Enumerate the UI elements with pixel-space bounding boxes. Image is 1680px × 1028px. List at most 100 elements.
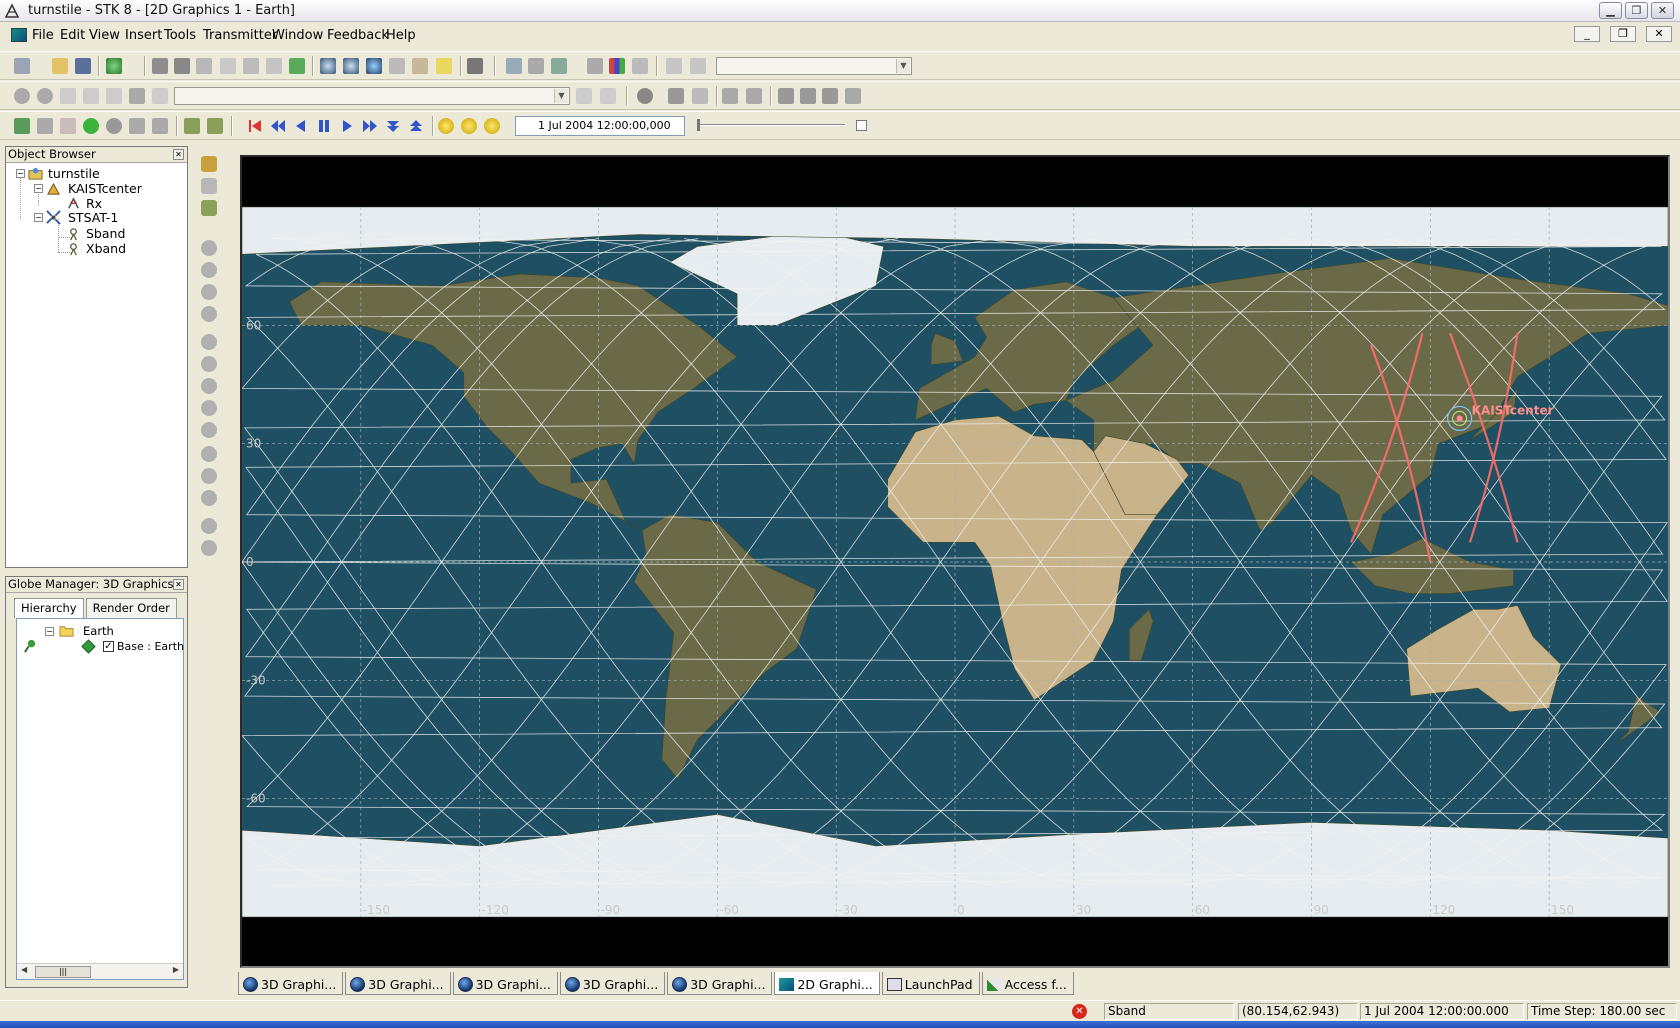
grid-icon[interactable] — [201, 178, 217, 194]
print-icon[interactable] — [152, 58, 168, 74]
tree-item-stsat-1[interactable]: STSAT-1 — [68, 210, 118, 225]
tab-3d-graphics-2[interactable]: 3D Graphi... — [345, 972, 451, 995]
menu-tools[interactable]: Tools — [164, 28, 196, 43]
tab-hierarchy[interactable]: Hierarchy — [14, 598, 84, 618]
tool-b-icon[interactable] — [690, 58, 706, 74]
sensor-a-icon[interactable] — [201, 240, 217, 256]
sensor-tool-a-icon[interactable] — [722, 88, 738, 104]
tool-a-icon[interactable] — [666, 58, 682, 74]
report-icon[interactable] — [467, 58, 483, 74]
view-to-icon[interactable] — [152, 118, 168, 134]
play-reverse-icon[interactable] — [293, 118, 309, 134]
open-icon[interactable] — [52, 58, 68, 74]
sensor-g-icon[interactable] — [201, 378, 217, 394]
sensor-b-icon[interactable] — [201, 262, 217, 278]
sensor-m-icon[interactable] — [201, 518, 217, 534]
window-close-button[interactable]: ✕ — [1651, 2, 1674, 19]
menu-view[interactable]: View — [89, 28, 120, 43]
tab-3d-graphics-5[interactable]: 3D Graphi... — [667, 972, 773, 995]
step-reverse-icon[interactable] — [270, 118, 286, 134]
zoom-region-icon[interactable] — [106, 118, 122, 134]
tree-item-xband[interactable]: Xband — [86, 241, 126, 256]
tree-item-base-earth[interactable]: Base : Earth — [117, 640, 184, 653]
menu-transmitter[interactable]: Transmitter — [203, 28, 277, 43]
clock-c-icon[interactable] — [484, 118, 500, 134]
measure-tool-icon[interactable] — [37, 118, 53, 134]
menu-insert[interactable]: Insert — [125, 28, 162, 43]
zoom-in-icon[interactable] — [320, 58, 336, 74]
cut-icon[interactable] — [196, 58, 212, 74]
child-restore-button[interactable]: ❐ — [1610, 26, 1636, 42]
sensor-f-icon[interactable] — [201, 356, 217, 372]
tab-2d-graphics[interactable]: 2D Graphi... — [774, 972, 880, 995]
animation-slider-thumb[interactable] — [697, 119, 700, 131]
cross-tool-icon[interactable] — [60, 118, 76, 134]
close-icon[interactable]: ✕ — [173, 149, 184, 160]
web-open-icon[interactable] — [600, 88, 616, 104]
step-forward-icon[interactable] — [362, 118, 378, 134]
menu-window[interactable]: Window — [272, 28, 323, 43]
properties-icon[interactable] — [506, 58, 522, 74]
map-2d-window[interactable]: 60 30 0 -30 -60 -150 -120 -90 -60 -30 0 … — [240, 155, 1670, 968]
tab-3d-graphics-1[interactable]: 3D Graphi... — [238, 972, 344, 995]
tab-3d-graphics-3[interactable]: 3D Graphi... — [452, 972, 558, 995]
map-properties-icon[interactable] — [528, 58, 544, 74]
graph-icon[interactable] — [609, 58, 625, 74]
camera-tool-icon[interactable] — [668, 88, 684, 104]
movie-icon[interactable] — [184, 118, 200, 134]
sensor-d-icon[interactable] — [201, 306, 217, 322]
error-icon[interactable]: ✕ — [1072, 1004, 1087, 1019]
notes-icon[interactable] — [436, 58, 452, 74]
earth-map[interactable]: 60 30 0 -30 -60 -150 -120 -90 -60 -30 0 … — [242, 157, 1668, 966]
sensor-h-icon[interactable] — [201, 400, 217, 416]
web-refresh-icon[interactable] — [83, 88, 99, 104]
sensor-n-icon[interactable] — [201, 540, 217, 556]
increase-step-icon[interactable] — [408, 118, 424, 134]
copy-icon[interactable] — [220, 58, 236, 74]
report-manager-icon[interactable] — [587, 58, 603, 74]
web-home-icon[interactable] — [106, 88, 122, 104]
collapse-icon[interactable]: − — [34, 213, 43, 222]
base-earth-checkbox[interactable]: ✓ — [103, 641, 114, 652]
layer-tool-c-icon[interactable] — [822, 88, 838, 104]
tab-access[interactable]: Access f... — [981, 972, 1074, 995]
web-search-icon[interactable] — [129, 88, 145, 104]
document-icon[interactable] — [11, 28, 27, 42]
sensor-j-icon[interactable] — [201, 446, 217, 462]
sensor-i-icon[interactable] — [201, 422, 217, 438]
menu-file[interactable]: File — [32, 28, 54, 43]
web-back-icon[interactable] — [14, 88, 30, 104]
clock-b-icon[interactable] — [461, 118, 477, 134]
pan-hand-icon[interactable] — [412, 58, 428, 74]
zoom-out-icon[interactable] — [343, 58, 359, 74]
new-scenario-icon[interactable] — [14, 58, 30, 74]
child-minimize-button[interactable]: _ — [1574, 26, 1600, 42]
menu-feedback[interactable]: Feedback — [327, 28, 389, 43]
scroll-right-icon[interactable]: ▶ — [173, 965, 179, 974]
collapse-icon[interactable]: − — [45, 627, 54, 636]
tree-item-rx[interactable]: Rx — [86, 196, 102, 211]
web-go-icon[interactable] — [576, 88, 592, 104]
animation-slider-checkbox[interactable] — [856, 120, 867, 131]
back-icon[interactable] — [289, 58, 305, 74]
tree-item-sband[interactable]: Sband — [86, 226, 125, 241]
zoom-prev-icon[interactable] — [389, 58, 405, 74]
sensor-c-icon[interactable] — [201, 284, 217, 300]
collapse-icon[interactable]: − — [16, 169, 25, 178]
layer-tool-a-icon[interactable] — [778, 88, 794, 104]
sensor-e-icon[interactable] — [201, 334, 217, 350]
home-view-icon[interactable] — [129, 118, 145, 134]
animation-slider-track[interactable] — [700, 124, 845, 126]
web-stop-icon[interactable] — [60, 88, 76, 104]
dynamic-display-icon[interactable] — [632, 58, 648, 74]
decrease-step-icon[interactable] — [385, 118, 401, 134]
window-restore-button[interactable]: ❐ — [1625, 2, 1648, 19]
access-icon[interactable] — [551, 58, 567, 74]
insert-object-icon[interactable] — [106, 58, 122, 74]
tree-item-kaistcenter[interactable]: KAISTcenter — [68, 181, 142, 196]
toolbar-combo-1[interactable]: ▼ — [716, 57, 912, 75]
ruler-icon[interactable] — [201, 156, 217, 172]
sensor-k-icon[interactable] — [201, 468, 217, 484]
tab-launchpad[interactable]: LaunchPad — [881, 972, 980, 995]
save-icon[interactable] — [75, 58, 91, 74]
